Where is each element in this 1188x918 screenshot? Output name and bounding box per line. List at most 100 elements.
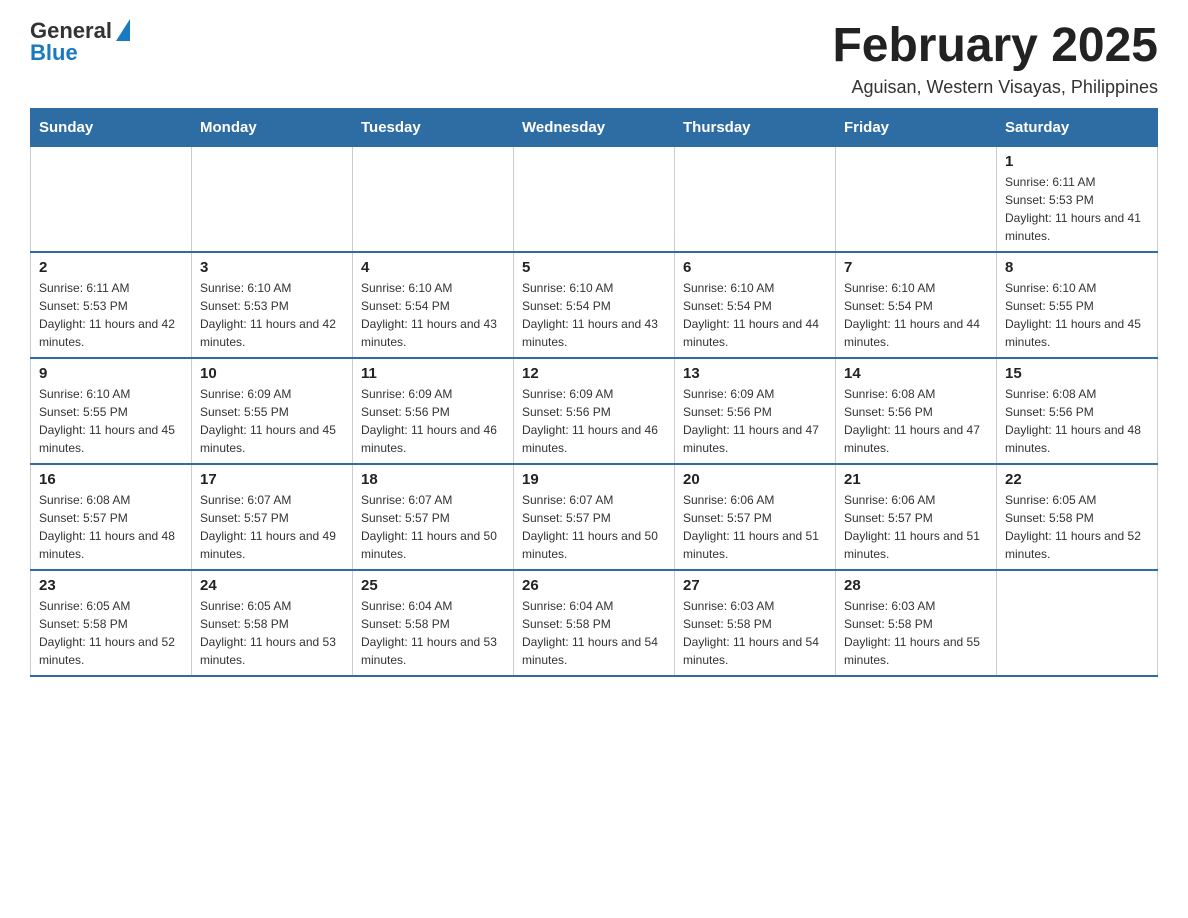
week-row-5: 23 Sunrise: 6:05 AM Sunset: 5:58 PM Dayli… <box>31 570 1158 676</box>
col-sunday: Sunday <box>31 108 192 146</box>
col-friday: Friday <box>836 108 997 146</box>
cell-w2-d1: 2Sunrise: 6:11 AM Sunset: 5:53 PM Daylig… <box>31 252 192 358</box>
day-info: Sunrise: 6:05 AM Sunset: 5:58 PM Dayligh… <box>39 597 183 669</box>
cell-w1-d7: 1 Sunrise: 6:11 AM Sunset: 5:53 PM Daylig… <box>997 146 1158 252</box>
cell-w5-d1: 23 Sunrise: 6:05 AM Sunset: 5:58 PM Dayli… <box>31 570 192 676</box>
day-number: 9 <box>39 365 183 382</box>
day-info: Sunrise: 6:10 AM Sunset: 5:54 PM Dayligh… <box>361 279 505 351</box>
week-row-3: 9 Sunrise: 6:10 AM Sunset: 5:55 PM Daylig… <box>31 358 1158 464</box>
cell-w5-d3: 25 Sunrise: 6:04 AM Sunset: 5:58 PM Dayli… <box>353 570 514 676</box>
cell-w4-d1: 16 Sunrise: 6:08 AM Sunset: 5:57 PM Dayli… <box>31 464 192 570</box>
day-number: 4 <box>361 259 505 276</box>
day-info: Sunrise: 6:11 AM Sunset: 5:53 PM Dayligh… <box>1005 173 1149 245</box>
cell-w3-d5: 13 Sunrise: 6:09 AM Sunset: 5:56 PM Dayli… <box>675 358 836 464</box>
day-number: 13 <box>683 365 827 382</box>
cell-w4-d2: 17 Sunrise: 6:07 AM Sunset: 5:57 PM Dayli… <box>192 464 353 570</box>
cell-w4-d3: 18Sunrise: 6:07 AM Sunset: 5:57 PM Dayli… <box>353 464 514 570</box>
day-number: 19 <box>522 471 666 488</box>
cell-w1-d1 <box>31 146 192 252</box>
cell-w1-d3 <box>353 146 514 252</box>
cell-w3-d1: 9 Sunrise: 6:10 AM Sunset: 5:55 PM Daylig… <box>31 358 192 464</box>
col-saturday: Saturday <box>997 108 1158 146</box>
col-wednesday: Wednesday <box>514 108 675 146</box>
calendar-table: Sunday Monday Tuesday Wednesday Thursday… <box>30 108 1158 677</box>
day-info: Sunrise: 6:09 AM Sunset: 5:56 PM Dayligh… <box>361 385 505 457</box>
logo-general-text: General <box>30 20 112 42</box>
cell-w1-d6 <box>836 146 997 252</box>
day-info: Sunrise: 6:03 AM Sunset: 5:58 PM Dayligh… <box>844 597 988 669</box>
cell-w3-d4: 12 Sunrise: 6:09 AM Sunset: 5:56 PM Dayli… <box>514 358 675 464</box>
cell-w5-d2: 24 Sunrise: 6:05 AM Sunset: 5:58 PM Dayli… <box>192 570 353 676</box>
day-number: 1 <box>1005 153 1149 170</box>
day-info: Sunrise: 6:03 AM Sunset: 5:58 PM Dayligh… <box>683 597 827 669</box>
cell-w1-d4 <box>514 146 675 252</box>
cell-w3-d2: 10 Sunrise: 6:09 AM Sunset: 5:55 PM Dayli… <box>192 358 353 464</box>
day-number: 14 <box>844 365 988 382</box>
day-info: Sunrise: 6:10 AM Sunset: 5:53 PM Dayligh… <box>200 279 344 351</box>
day-number: 22 <box>1005 471 1149 488</box>
day-info: Sunrise: 6:04 AM Sunset: 5:58 PM Dayligh… <box>361 597 505 669</box>
cell-w1-d5 <box>675 146 836 252</box>
cell-w1-d2 <box>192 146 353 252</box>
cell-w4-d5: 20 Sunrise: 6:06 AM Sunset: 5:57 PM Dayli… <box>675 464 836 570</box>
day-number: 15 <box>1005 365 1149 382</box>
day-number: 21 <box>844 471 988 488</box>
cell-w5-d4: 26 Sunrise: 6:04 AM Sunset: 5:58 PM Dayli… <box>514 570 675 676</box>
day-number: 26 <box>522 577 666 594</box>
day-number: 20 <box>683 471 827 488</box>
day-info: Sunrise: 6:10 AM Sunset: 5:55 PM Dayligh… <box>1005 279 1149 351</box>
cell-w3-d7: 15Sunrise: 6:08 AM Sunset: 5:56 PM Dayli… <box>997 358 1158 464</box>
day-info: Sunrise: 6:10 AM Sunset: 5:54 PM Dayligh… <box>522 279 666 351</box>
day-number: 5 <box>522 259 666 276</box>
col-monday: Monday <box>192 108 353 146</box>
cell-w2-d4: 5 Sunrise: 6:10 AM Sunset: 5:54 PM Daylig… <box>514 252 675 358</box>
day-info: Sunrise: 6:07 AM Sunset: 5:57 PM Dayligh… <box>200 491 344 563</box>
day-info: Sunrise: 6:08 AM Sunset: 5:57 PM Dayligh… <box>39 491 183 563</box>
day-number: 7 <box>844 259 988 276</box>
day-info: Sunrise: 6:10 AM Sunset: 5:54 PM Dayligh… <box>844 279 988 351</box>
cell-w2-d6: 7 Sunrise: 6:10 AM Sunset: 5:54 PM Daylig… <box>836 252 997 358</box>
day-info: Sunrise: 6:06 AM Sunset: 5:57 PM Dayligh… <box>844 491 988 563</box>
cell-w2-d2: 3 Sunrise: 6:10 AM Sunset: 5:53 PM Daylig… <box>192 252 353 358</box>
calendar-header-row: Sunday Monday Tuesday Wednesday Thursday… <box>31 108 1158 146</box>
day-number: 18 <box>361 471 505 488</box>
day-number: 11 <box>361 365 505 382</box>
week-row-4: 16 Sunrise: 6:08 AM Sunset: 5:57 PM Dayli… <box>31 464 1158 570</box>
cell-w2-d5: 6 Sunrise: 6:10 AM Sunset: 5:54 PM Daylig… <box>675 252 836 358</box>
day-info: Sunrise: 6:05 AM Sunset: 5:58 PM Dayligh… <box>200 597 344 669</box>
day-info: Sunrise: 6:04 AM Sunset: 5:58 PM Dayligh… <box>522 597 666 669</box>
day-number: 12 <box>522 365 666 382</box>
cell-w5-d5: 27Sunrise: 6:03 AM Sunset: 5:58 PM Dayli… <box>675 570 836 676</box>
day-info: Sunrise: 6:06 AM Sunset: 5:57 PM Dayligh… <box>683 491 827 563</box>
month-title: February 2025 <box>832 20 1158 73</box>
day-number: 3 <box>200 259 344 276</box>
week-row-2: 2Sunrise: 6:11 AM Sunset: 5:53 PM Daylig… <box>31 252 1158 358</box>
day-number: 24 <box>200 577 344 594</box>
day-number: 8 <box>1005 259 1149 276</box>
cell-w5-d7 <box>997 570 1158 676</box>
day-info: Sunrise: 6:10 AM Sunset: 5:54 PM Dayligh… <box>683 279 827 351</box>
day-info: Sunrise: 6:09 AM Sunset: 5:55 PM Dayligh… <box>200 385 344 457</box>
day-info: Sunrise: 6:11 AM Sunset: 5:53 PM Dayligh… <box>39 279 183 351</box>
cell-w3-d6: 14 Sunrise: 6:08 AM Sunset: 5:56 PM Dayli… <box>836 358 997 464</box>
cell-w5-d6: 28 Sunrise: 6:03 AM Sunset: 5:58 PM Dayli… <box>836 570 997 676</box>
day-number: 28 <box>844 577 988 594</box>
day-info: Sunrise: 6:09 AM Sunset: 5:56 PM Dayligh… <box>683 385 827 457</box>
logo-triangle-icon <box>116 19 130 41</box>
day-number: 6 <box>683 259 827 276</box>
day-number: 10 <box>200 365 344 382</box>
page-header: General Blue February 2025 Aguisan, West… <box>30 20 1158 98</box>
week-row-1: 1 Sunrise: 6:11 AM Sunset: 5:53 PM Daylig… <box>31 146 1158 252</box>
day-info: Sunrise: 6:08 AM Sunset: 5:56 PM Dayligh… <box>844 385 988 457</box>
day-info: Sunrise: 6:10 AM Sunset: 5:55 PM Dayligh… <box>39 385 183 457</box>
cell-w4-d4: 19 Sunrise: 6:07 AM Sunset: 5:57 PM Dayli… <box>514 464 675 570</box>
day-info: Sunrise: 6:07 AM Sunset: 5:57 PM Dayligh… <box>522 491 666 563</box>
day-number: 25 <box>361 577 505 594</box>
day-number: 23 <box>39 577 183 594</box>
day-number: 16 <box>39 471 183 488</box>
day-info: Sunrise: 6:09 AM Sunset: 5:56 PM Dayligh… <box>522 385 666 457</box>
cell-w3-d3: 11 Sunrise: 6:09 AM Sunset: 5:56 PM Dayli… <box>353 358 514 464</box>
logo-blue-text: Blue <box>30 42 130 64</box>
day-info: Sunrise: 6:05 AM Sunset: 5:58 PM Dayligh… <box>1005 491 1149 563</box>
day-number: 17 <box>200 471 344 488</box>
